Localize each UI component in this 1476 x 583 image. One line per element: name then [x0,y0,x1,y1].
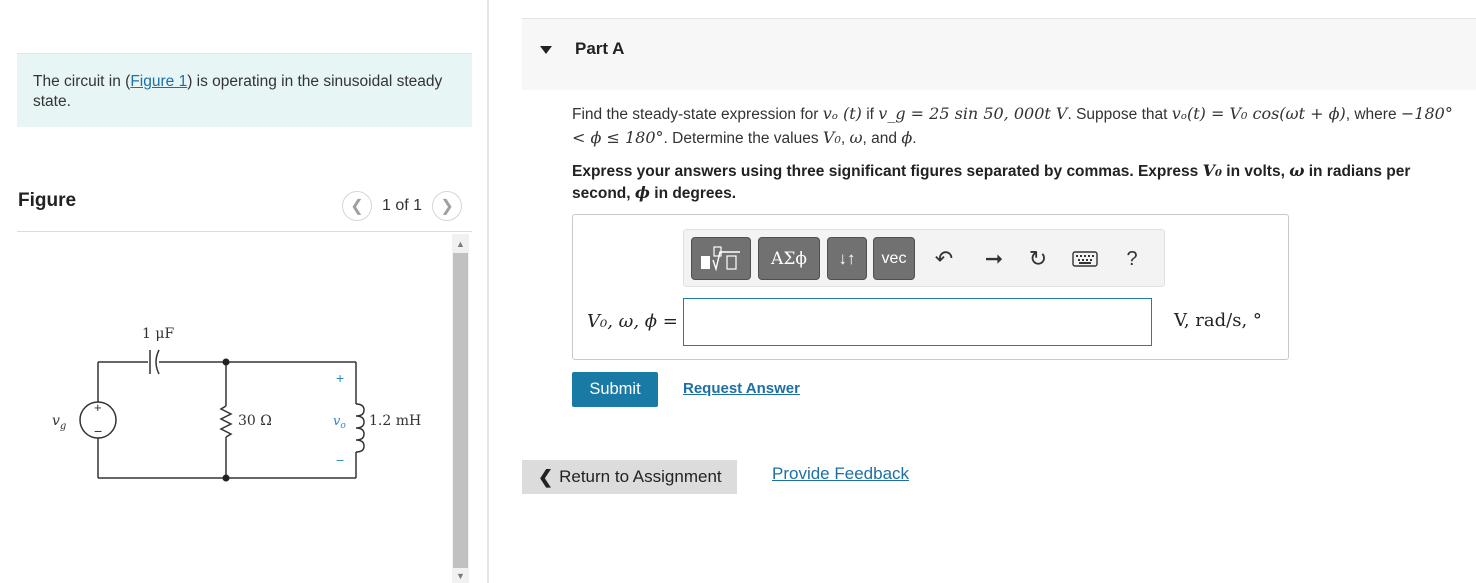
reset-icon[interactable]: ↻ [1024,244,1052,274]
intro-text-prefix: The circuit in ( [33,73,131,90]
keyboard-icon[interactable] [1070,244,1100,274]
inductor-label: 1.2 mH [369,413,421,429]
pager-label: 1 of 1 [382,197,423,214]
resistor-label: 30 Ω [238,413,272,429]
part-title: Part A [575,39,625,58]
greek-symbols-button[interactable]: ΑΣϕ [758,237,820,280]
templates-icon [701,245,740,272]
answer-label: V₀, ω, ϕ = [587,311,678,332]
output-plus: + [336,370,344,386]
undo-icon[interactable]: ↶ [930,244,958,274]
source-plus: + [94,400,102,415]
vector-button[interactable]: vec [873,237,915,280]
circuit-diagram: + − vg 1 μF 30 Ω 1.2 mH + − vo [52,326,421,482]
figure-pager: ❮ 1 of 1 ❯ [342,191,463,221]
figure-title: Figure [18,190,77,211]
return-to-assignment-button[interactable]: ❮ Return to Assignment [522,460,737,494]
submit-button[interactable]: Submit [572,372,658,407]
answer-input[interactable] [683,298,1152,346]
figure-scroll-thumb[interactable] [453,253,468,568]
redo-icon[interactable]: ➞ [980,244,1008,274]
chevron-left-icon: ❮ [538,466,554,487]
figure-divider [17,231,472,232]
prev-figure-button[interactable]: ❮ [342,191,372,221]
scroll-up-arrow-icon[interactable]: ▲ [452,236,469,252]
pane-divider [487,0,489,583]
chevron-right-icon: ❯ [440,198,454,215]
help-button[interactable]: ? [1120,244,1144,274]
answer-box: ΑΣϕ ↓↑ vec ↶ ➞ ↻ ? V₀, ω, ϕ = V, rad/s, … [572,214,1289,360]
next-figure-button[interactable]: ❯ [432,191,463,221]
scroll-down-arrow-icon[interactable]: ▼ [452,568,469,583]
capacitor-label: 1 μF [142,326,174,342]
return-label: Return to Assignment [559,467,722,486]
problem-intro: The circuit in (Figure 1) is operating i… [17,53,472,127]
source-label: vg [52,413,66,432]
figure-link[interactable]: Figure 1 [130,73,187,90]
provide-feedback-link[interactable]: Provide Feedback [772,464,909,484]
answer-units: V, rad/s, ° [1174,310,1262,331]
answer-instructions: Express your answers using three signifi… [572,161,1411,202]
question-text: Find the steady-state expression for vₒ … [572,104,1453,147]
part-header[interactable]: Part A [522,18,1476,90]
source-minus: − [94,423,102,439]
caret-down-icon[interactable] [540,46,552,54]
node-bottom [222,474,230,482]
output-minus: − [336,452,344,468]
arrows-button[interactable]: ↓↑ [827,237,867,280]
templates-button[interactable] [691,237,751,280]
output-label: vo [333,414,346,431]
math-toolbar: ΑΣϕ ↓↑ vec ↶ ➞ ↻ ? [683,229,1165,287]
chevron-left-icon: ❮ [350,198,364,215]
figure-pane: The circuit in (Figure 1) is operating i… [0,0,488,583]
node-top [222,358,230,366]
request-answer-link[interactable]: Request Answer [683,380,800,397]
